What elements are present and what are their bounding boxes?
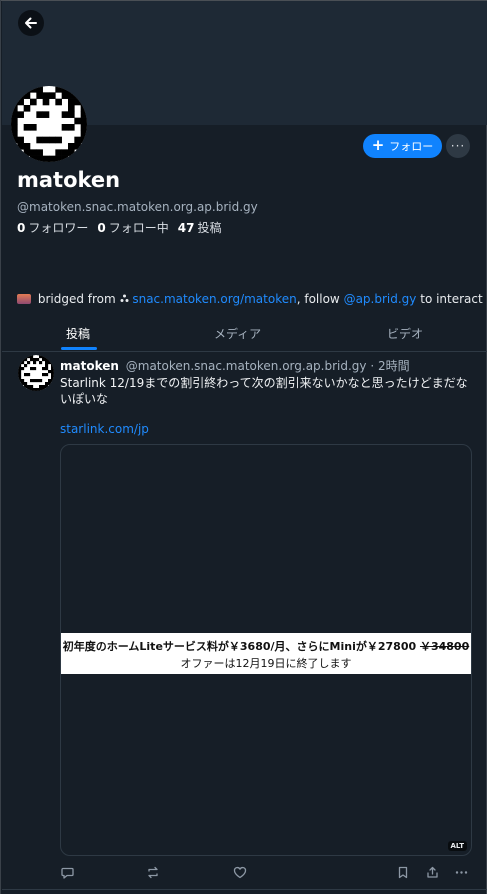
- post-actions: [2, 864, 487, 882]
- followers-stat[interactable]: 0 フォロワー: [17, 219, 88, 236]
- post-more-button[interactable]: [453, 864, 469, 880]
- more-options-button[interactable]: ···: [446, 134, 470, 158]
- post-time[interactable]: 2時間: [378, 359, 410, 373]
- image-banner-text: 初年度のホームLiteサービス料が￥3680/月、さらにMiniが￥27800 …: [61, 633, 471, 674]
- bookmark-icon: [398, 866, 408, 878]
- repost-button[interactable]: [145, 864, 161, 880]
- bio-middle: , follow: [296, 292, 340, 306]
- reply-icon: [60, 867, 74, 879]
- bottom-divider: [2, 889, 487, 890]
- share-button[interactable]: [424, 864, 440, 880]
- post-handle[interactable]: @matoken.snac.matoken.org.ap.brid.gy: [126, 359, 367, 373]
- active-tab-indicator: [61, 347, 97, 350]
- bio-bridge-link[interactable]: @ap.brid.gy: [344, 292, 417, 306]
- posts-label: 投稿: [197, 221, 222, 235]
- posts-stat: 47 投稿: [178, 219, 222, 236]
- post-separator: ·: [370, 359, 375, 373]
- profile-bio: bridged from snac.matoken.org/matoken, f…: [17, 292, 483, 306]
- repost-icon: [148, 866, 158, 878]
- tabs-divider: [2, 351, 487, 352]
- profile-handle: @matoken.snac.matoken.org.ap.brid.gy: [17, 200, 258, 214]
- followers-label: フォロワー: [28, 221, 89, 235]
- profile-avatar[interactable]: [11, 86, 87, 162]
- posts-count: 47: [177, 221, 195, 235]
- follow-button[interactable]: + フォロー: [363, 134, 442, 158]
- avatar-image: [11, 86, 87, 162]
- post-avatar-image: [18, 355, 54, 391]
- tab-posts[interactable]: 投稿: [66, 325, 90, 342]
- following-count: 0: [97, 221, 106, 235]
- fediverse-icon: [120, 294, 129, 302]
- bio-source-link[interactable]: snac.matoken.org/matoken: [132, 292, 296, 306]
- post-header: matoken @matoken.snac.matoken.org.ap.bri…: [60, 357, 410, 374]
- reply-button[interactable]: [59, 864, 75, 880]
- profile-stats: 0 フォロワー 0 フォロー中 47 投稿: [17, 219, 221, 236]
- followers-count: 0: [17, 221, 26, 235]
- following-stat[interactable]: 0 フォロー中: [97, 219, 168, 236]
- more-icon: [455, 870, 467, 874]
- follow-button-label: フォロー: [389, 140, 434, 153]
- heart-icon: [233, 866, 247, 878]
- bookmark-button[interactable]: [395, 864, 411, 880]
- profile-screen: + フォロー ··· matoken @matoken.snac.matoken…: [0, 0, 487, 894]
- post-image[interactable]: 初年度のホームLiteサービス料が￥3680/月、さらにMiniが￥27800 …: [60, 444, 472, 856]
- image-text-strike-price: ￥34800: [419, 640, 470, 653]
- alt-badge[interactable]: ALT: [447, 841, 467, 851]
- image-text-line2: オファーは12月19日に終了します: [180, 657, 352, 670]
- bridge-emoji-icon: [17, 294, 31, 304]
- image-text-line1: 初年度のホームLiteサービス料が￥3680/月、さらにMiniが￥27800 …: [61, 638, 471, 654]
- tab-videos[interactable]: ビデオ: [387, 325, 423, 342]
- tab-media[interactable]: メディア: [214, 325, 261, 342]
- image-text-line1-main: 初年度のホームLiteサービス料が￥3680/月、さらにMiniが￥27800: [62, 640, 417, 653]
- post-link[interactable]: starlink.com/jp: [60, 422, 149, 436]
- bio-suffix: to interact: [420, 292, 483, 306]
- arrow-left-icon: [25, 17, 37, 29]
- more-icon: ···: [450, 139, 466, 153]
- profile-name: matoken: [17, 168, 121, 192]
- following-label: フォロー中: [108, 221, 169, 235]
- post-text: Starlink 12/19までの割引終わって次の割引来ないかなと思ったけどまだ…: [60, 376, 468, 406]
- bio-prefix: bridged from: [37, 292, 116, 306]
- like-button[interactable]: [232, 864, 248, 880]
- profile-tabs: 投稿 メディア ビデオ: [2, 316, 487, 350]
- back-button[interactable]: [18, 10, 44, 36]
- post-author[interactable]: matoken: [60, 359, 119, 373]
- post-avatar[interactable]: [18, 355, 54, 391]
- share-icon: [426, 866, 438, 878]
- plus-icon: +: [371, 136, 385, 154]
